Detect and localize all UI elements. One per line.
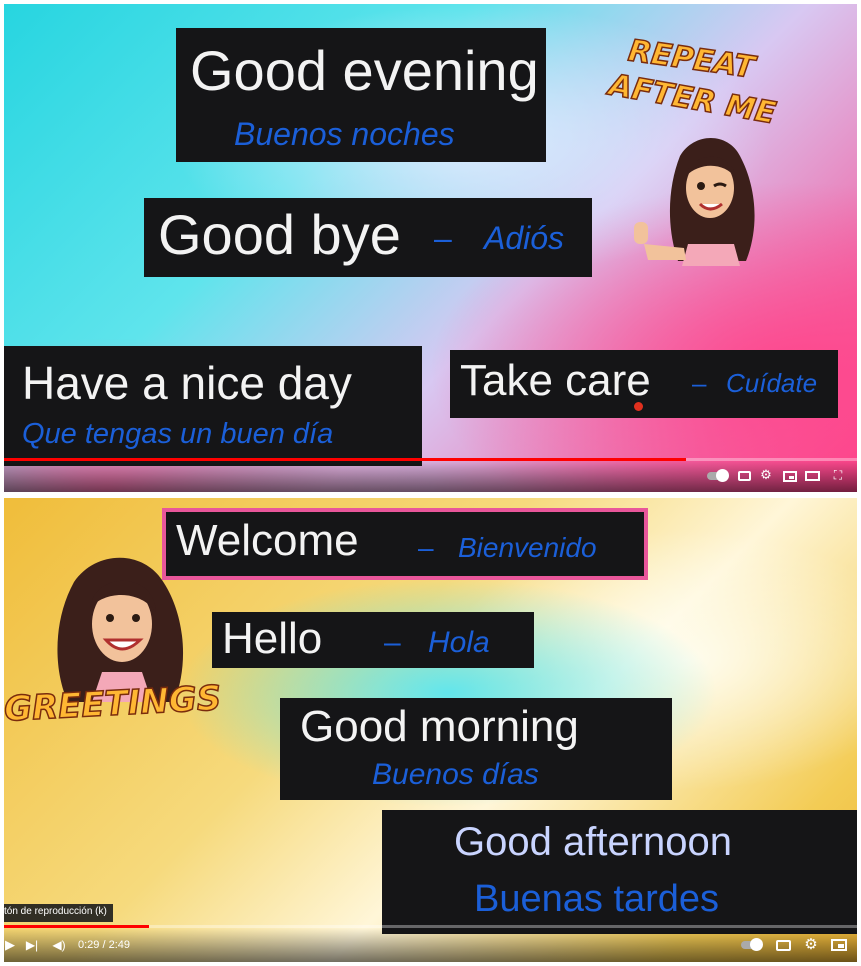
red-dot-cursor bbox=[634, 402, 643, 411]
spanish-translation: Buenos días bbox=[372, 758, 539, 791]
spanish-translation: Hola bbox=[428, 626, 490, 659]
card-good-afternoon: Good afternoon Buenas tardes bbox=[382, 810, 857, 934]
subtitles-icon[interactable] bbox=[736, 468, 752, 484]
spanish-translation: Buenos noches bbox=[234, 116, 455, 152]
theater-mode-icon[interactable] bbox=[804, 468, 820, 484]
dash-separator: – bbox=[434, 220, 452, 256]
english-phrase: Good evening bbox=[190, 39, 539, 102]
progress-fill bbox=[4, 458, 687, 461]
progress-bar[interactable] bbox=[4, 458, 857, 461]
next-icon[interactable]: ▶| bbox=[24, 937, 40, 953]
card-hello: Hello – Hola bbox=[212, 612, 534, 668]
spanish-translation: Bienvenido bbox=[458, 532, 597, 563]
subtitles-icon[interactable] bbox=[774, 937, 792, 953]
miniplayer-icon[interactable] bbox=[830, 937, 848, 953]
spanish-translation: Cuídate bbox=[726, 368, 818, 398]
player-controls: ▶ ▶| ◀) 0:29 / 2:49 ⚙ bbox=[4, 925, 857, 962]
bottom-video-player[interactable]: Welcome – Bienvenido Hello – Hola Good m… bbox=[4, 498, 857, 962]
dash-separator: – bbox=[692, 368, 707, 398]
time-display: 0:29 / 2:49 bbox=[78, 939, 130, 951]
spanish-translation: Buenas tardes bbox=[474, 878, 720, 920]
english-phrase: Take care bbox=[460, 356, 651, 405]
play-icon[interactable]: ▶ bbox=[4, 937, 16, 953]
top-video-player[interactable]: Good evening Buenos noches Good bye – Ad… bbox=[4, 4, 857, 492]
autoplay-toggle-icon[interactable] bbox=[738, 937, 764, 953]
fullscreen-icon[interactable]: ⛶ bbox=[830, 467, 846, 483]
miniplayer-icon[interactable] bbox=[782, 468, 798, 484]
english-phrase: Good afternoon bbox=[454, 820, 732, 864]
cartoon-girl-thumbs-up-icon bbox=[634, 138, 755, 266]
spanish-translation: Que tengas un buen día bbox=[22, 418, 334, 450]
dash-separator: – bbox=[384, 626, 401, 659]
english-phrase: Good bye bbox=[158, 203, 401, 266]
tooltip-text: tón de reproducción (k) bbox=[4, 906, 107, 917]
english-phrase: Good morning bbox=[300, 702, 579, 751]
progress-bar[interactable] bbox=[4, 925, 857, 928]
tooltip: tón de reproducción (k) bbox=[4, 904, 113, 922]
card-welcome: Welcome – Bienvenido bbox=[162, 508, 648, 580]
progress-fill bbox=[4, 925, 149, 928]
player-controls: ⚙ ⛶ bbox=[4, 458, 857, 492]
greetings-sticker: GREETINGS bbox=[4, 552, 234, 752]
repeat-after-me-sticker: REPEAT AFTER ME bbox=[600, 33, 800, 266]
card-good-bye: Good bye – Adiós bbox=[144, 198, 592, 277]
english-phrase: Have a nice day bbox=[22, 357, 352, 409]
english-phrase: Hello bbox=[222, 614, 323, 663]
spanish-translation: Adiós bbox=[484, 220, 565, 256]
sticker-text: GREETINGS bbox=[4, 678, 223, 731]
settings-gear-icon[interactable]: ⚙ bbox=[802, 936, 820, 953]
cartoon-girl-smiling-icon bbox=[57, 557, 184, 702]
autoplay-toggle-icon[interactable] bbox=[704, 468, 730, 484]
settings-gear-icon[interactable]: ⚙ bbox=[758, 467, 774, 483]
card-have-a-nice-day: Have a nice day Que tengas un buen día bbox=[4, 346, 422, 466]
volume-icon[interactable]: ◀) bbox=[50, 937, 68, 953]
card-take-care: Take care – Cuídate bbox=[450, 350, 838, 418]
dash-separator: – bbox=[418, 532, 434, 563]
card-good-morning: Good morning Buenos días bbox=[280, 698, 672, 800]
card-good-evening: Good evening Buenos noches bbox=[176, 28, 546, 162]
